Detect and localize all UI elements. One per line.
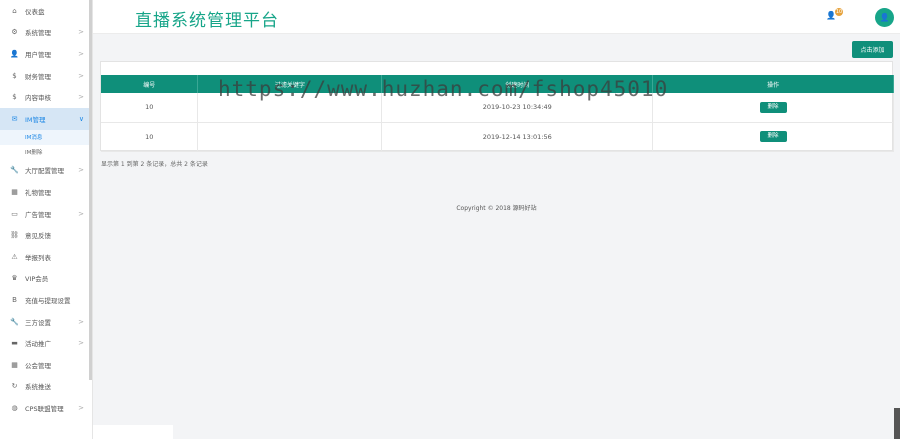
sidebar-item[interactable]: B 充值与提现设置 [0, 289, 92, 311]
sidebar-item[interactable]: ✉ IM管理 ∨ [0, 107, 92, 130]
header: 直播系统管理平台 👤 10 👤 [93, 0, 900, 34]
sidebar-item[interactable]: ⚙ 系统管理 > [0, 22, 92, 44]
avatar[interactable]: 👤 [875, 8, 894, 27]
sidebar-item-label: 用户管理 [25, 50, 51, 59]
sidebar-item[interactable]: ⌂ 仪表盘 [0, 0, 92, 22]
crown-icon: ♛ [11, 274, 18, 283]
cell-keyword [197, 122, 383, 152]
column-header-action: 操作 [652, 75, 894, 93]
sidebar-subitem[interactable]: IM消息 [0, 129, 92, 145]
sidebar-item-label: 财务管理 [25, 72, 51, 81]
sidebar-item-label: 充值与提现设置 [25, 296, 71, 305]
chevron-icon: > [78, 49, 84, 58]
bitcoin-icon: B [12, 295, 17, 304]
notification-badge: 10 [835, 8, 843, 16]
app: ⌂ 仪表盘 ⚙ 系统管理 > 👤 用户管理 > $ 财务管理 > $ 内容审核 > ✉ IM管理 ∨ IM消息 IM… [0, 0, 900, 439]
chevron-icon: > [78, 71, 84, 80]
footer-copyright: Copyright © 2018 源码好站 [456, 205, 537, 212]
delete-button[interactable]: 删除 [759, 101, 787, 113]
sidebar-item-label: 大厅配置管理 [25, 167, 64, 176]
refresh-icon: ↻ [11, 382, 18, 391]
sidebar-item[interactable]: ▬ 活动推广 > [0, 332, 92, 354]
sidebar-item[interactable]: $ 财务管理 > [0, 65, 92, 87]
sidebar-item-label: IM管理 [25, 115, 46, 124]
sidebar-item-label: 礼物管理 [25, 188, 51, 197]
folder-icon: ▬ [11, 339, 18, 348]
chevron-icon: ∨ [78, 114, 84, 123]
sidebar-item-label: 三方设置 [25, 318, 51, 327]
add-button[interactable]: 点击添加 [852, 41, 893, 58]
sidebar-subitem[interactable]: IM删除 [0, 144, 92, 160]
cell-action: 删除 [652, 93, 894, 123]
sidebar-item[interactable]: ▦ 公会管理 [0, 354, 92, 376]
link-icon: ⛓ [10, 231, 19, 240]
table-row: 10 2019-12-14 13:01:56 删除 [101, 122, 894, 152]
home-icon: ⌂ [12, 6, 17, 15]
watermark: https://www.huzhan.com/fshop45010 [218, 77, 669, 101]
sidebar-item[interactable]: $ 内容审核 > [0, 86, 92, 108]
sidebar-item-label: 仪表盘 [25, 7, 45, 16]
sidebar-scrollbar[interactable] [89, 0, 92, 380]
sidebar: ⌂ 仪表盘 ⚙ 系统管理 > 👤 用户管理 > $ 财务管理 > $ 内容审核 > ✉ IM管理 ∨ IM消息 IM… [0, 0, 93, 439]
org-icon: ⚙ [11, 28, 18, 37]
cell-id: 10 [101, 93, 199, 123]
sidebar-item-label: 内容审核 [25, 94, 51, 103]
sidebar-item-label: 公会管理 [25, 361, 51, 370]
wrench-icon: 🔧 [10, 166, 19, 175]
sidebar-item-label: VIP会员 [25, 275, 49, 284]
mail-icon: ✉ [11, 114, 18, 123]
column-header-id[interactable]: 编号 [101, 75, 199, 93]
sidebar-item[interactable]: ◍ CPS联盟管理 > [0, 397, 92, 419]
chevron-icon: > [78, 403, 84, 412]
sidebar-item-label: 系统管理 [25, 29, 51, 38]
sidebar-item[interactable]: 🔧 三方设置 > [0, 311, 92, 333]
sidebar-item[interactable]: ♛ VIP会员 [0, 268, 92, 290]
gift-icon: ▦ [11, 187, 18, 196]
cell-id: 10 [101, 122, 199, 152]
grid-icon: ▦ [11, 360, 18, 369]
sidebar-item[interactable]: ▦ 礼物管理 [0, 181, 92, 203]
sidebar-item-label: CPS联盟管理 [25, 404, 64, 413]
warning-icon: ⚠ [11, 252, 18, 261]
user-icon: 👤 [879, 13, 890, 22]
sidebar-item-label: 活动推广 [25, 340, 51, 349]
cell-action: 删除 [652, 122, 894, 152]
blank-strip [93, 425, 173, 439]
pagination-info: 显示第 1 到第 2 条记录，总共 2 条记录 [101, 161, 208, 168]
user-icon: 👤 [10, 49, 19, 58]
sidebar-item-label: 意见反馈 [25, 232, 51, 241]
chevron-icon: > [78, 28, 84, 37]
dollar-icon: $ [12, 93, 17, 102]
sidebar-item-label: 举报列表 [25, 253, 51, 262]
wrench-icon: 🔧 [10, 317, 19, 326]
cell-time: 2019-12-14 13:01:56 [381, 122, 654, 152]
chevron-icon: > [78, 166, 84, 175]
sidebar-item[interactable]: 🔧 大厅配置管理 > [0, 160, 92, 182]
globe-icon: ◍ [11, 403, 18, 412]
sidebar-item-label: 系统推送 [25, 383, 51, 392]
delete-button[interactable]: 删除 [759, 131, 787, 142]
sidebar-item[interactable]: ↻ 系统推送 [0, 376, 92, 398]
page-title: 直播系统管理平台 [135, 11, 279, 31]
chevron-icon: > [78, 339, 84, 348]
chevron-icon: > [78, 317, 84, 326]
corner-widget[interactable] [894, 408, 900, 439]
sidebar-item[interactable]: ⚠ 举报列表 [0, 246, 92, 268]
sidebar-item[interactable]: ⛓ 意见反馈 [0, 224, 92, 246]
chevron-icon: > [78, 93, 84, 102]
dollar-icon: $ [12, 71, 17, 80]
sidebar-item[interactable]: 👤 用户管理 > [0, 43, 92, 65]
data-table-panel: 编号 过滤关键字 创建时间 操作 10 2019-10-23 10:34:49 … [100, 61, 894, 152]
